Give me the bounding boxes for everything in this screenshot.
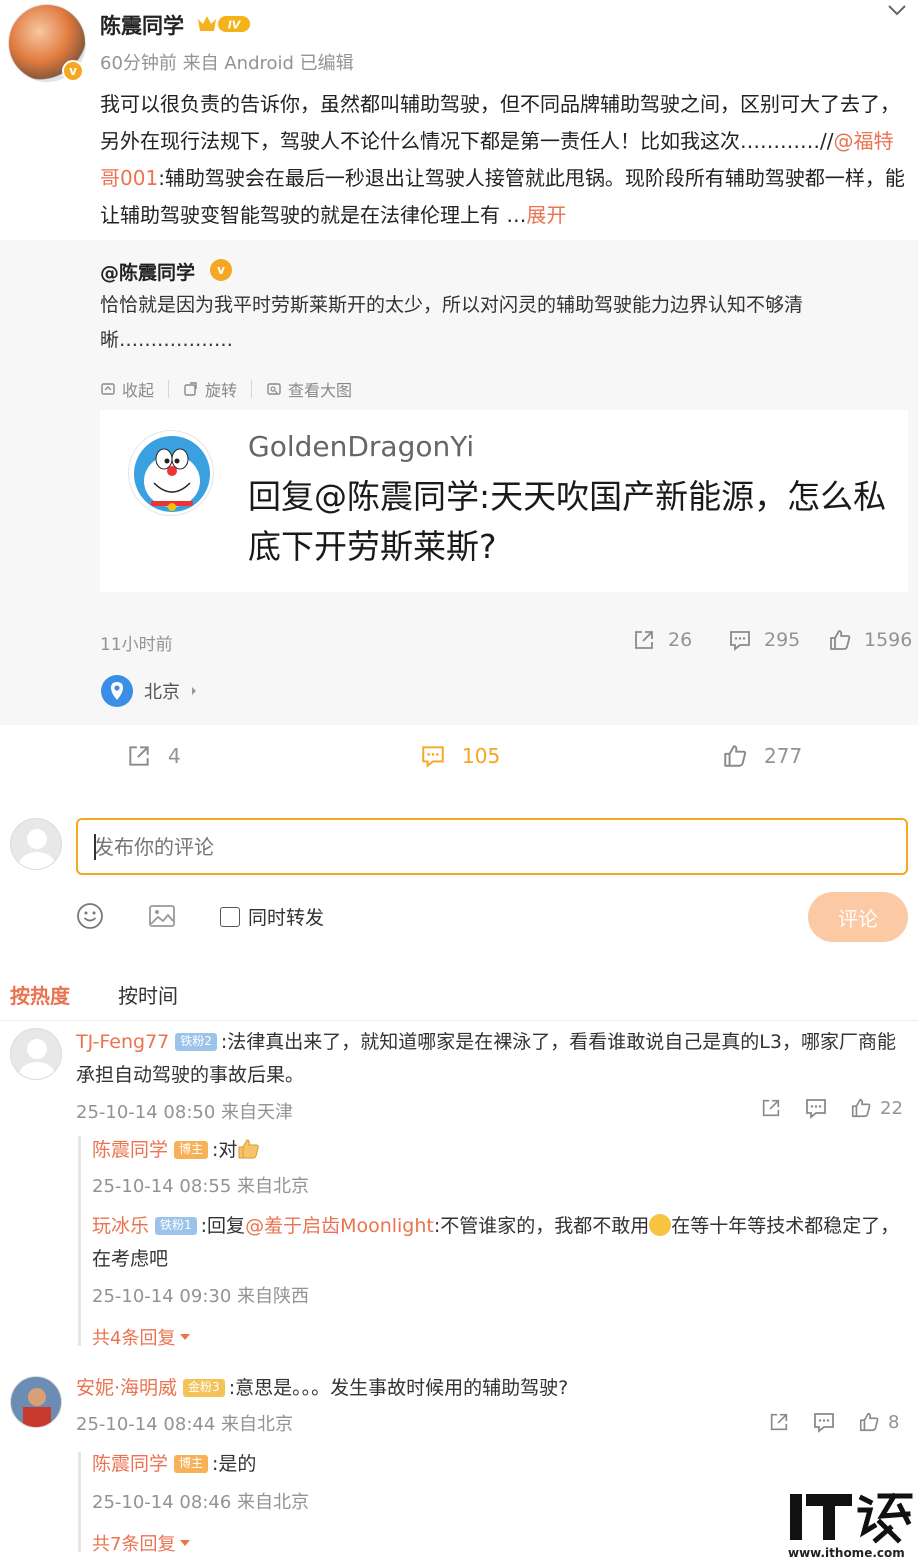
image-toolbar: 收起 旋转 查看大图 xyxy=(100,376,352,402)
post-meta: 60分钟前 来自 Android 已编辑 xyxy=(100,53,354,74)
rotate-icon xyxy=(183,381,199,397)
repost-time: 11小时前 xyxy=(100,635,173,655)
more-replies-link[interactable]: 共4条回复 xyxy=(92,1324,191,1350)
more-replies-link[interactable]: 共7条回复 xyxy=(92,1530,191,1556)
commenter-name[interactable]: TJ-Feng77 xyxy=(76,1031,169,1053)
collapse-icon xyxy=(100,381,116,397)
share-icon xyxy=(632,628,656,652)
sync-repost-checkbox[interactable]: 同时转发 xyxy=(220,903,324,930)
post-text: 我可以很负责的告诉你，虽然都叫辅助驾驶，但不同品牌辅助驾驶之间，区别可大了去了，… xyxy=(100,92,905,227)
sort-by-hot-tab[interactable]: 按热度 xyxy=(10,980,70,1009)
compose-tools xyxy=(76,902,176,930)
my-avatar xyxy=(10,818,62,870)
commenter-avatar[interactable] xyxy=(10,1028,62,1080)
share-icon[interactable] xyxy=(760,1097,782,1119)
repost-verified-badge: v xyxy=(210,259,232,281)
commenter-name[interactable]: 安妮·海明威 xyxy=(76,1377,177,1399)
svg-text:IV: IV xyxy=(228,19,242,32)
rotate-button[interactable]: 旋转 xyxy=(183,377,237,401)
repost-comment-button[interactable]: 295 xyxy=(728,628,800,652)
fan-badge: 金粉3 xyxy=(183,1378,225,1397)
thumbs-up-emoji-icon xyxy=(237,1138,261,1160)
like-icon xyxy=(828,628,852,652)
comment-input[interactable] xyxy=(76,818,908,875)
view-large-button[interactable]: 查看大图 xyxy=(266,377,352,401)
location-link[interactable]: 北京 xyxy=(100,674,198,708)
site-url: www.ithome.com xyxy=(788,1546,905,1560)
reply-body: 玩冰乐 铁粉1:回复@羞于启齿Moonlight:不管谁家的，我都不敢用 在等十年等… xyxy=(92,1214,900,1270)
zoom-image-icon xyxy=(266,381,282,397)
fan-badge: 铁粉2 xyxy=(175,1032,217,1051)
author-name[interactable]: 陈震同学 xyxy=(100,10,184,40)
comment-body: TJ-Feng77 铁粉2:法律真出来了，就知道哪家是在裸泳了，看看谁敢说自己是真… xyxy=(76,1031,896,1086)
doraemon-avatar xyxy=(128,430,214,516)
fan-badge: 铁粉1 xyxy=(155,1216,197,1235)
level-badge: IV xyxy=(196,13,252,35)
replies-bar xyxy=(78,1136,81,1346)
like-button[interactable]: 277 xyxy=(722,743,802,769)
like-icon xyxy=(850,1097,872,1119)
reply-meta: 25-10-14 08:55 来自北京 xyxy=(92,1176,310,1197)
repost-author[interactable]: @陈震同学 xyxy=(100,258,195,285)
comment-like-button[interactable]: 8 xyxy=(858,1411,899,1433)
comment-icon[interactable] xyxy=(804,1096,828,1120)
replies-bar xyxy=(78,1452,81,1552)
comment-meta: 25-10-14 08:44 来自北京 xyxy=(76,1414,294,1435)
commenter-avatar[interactable] xyxy=(10,1376,62,1428)
reply-meta: 25-10-14 08:46 来自北京 xyxy=(92,1492,310,1513)
sort-by-time-tab[interactable]: 按时间 xyxy=(118,980,178,1009)
reply-body: 陈震同学 博主:对 xyxy=(92,1134,261,1167)
reply-author[interactable]: 陈震同学 xyxy=(92,1139,168,1161)
reply-author[interactable]: 玩冰乐 xyxy=(92,1215,149,1237)
emoji-icon[interactable] xyxy=(76,902,104,930)
comment-like-button[interactable]: 22 xyxy=(850,1097,903,1119)
comment-icon xyxy=(420,743,446,769)
host-badge: 博主 xyxy=(174,1140,209,1159)
comment-stats: 22 xyxy=(760,1096,903,1120)
chevron-down-icon xyxy=(179,1333,191,1341)
reply-body: 陈震同学 博主:是的 xyxy=(92,1453,257,1475)
checkbox-box[interactable] xyxy=(220,906,240,927)
like-icon xyxy=(722,743,748,769)
repost-like-button[interactable]: 1596 xyxy=(828,628,912,652)
chevron-right-icon xyxy=(190,686,198,696)
more-chevron-icon[interactable] xyxy=(886,2,908,18)
mention-link[interactable]: @羞于启齿Moonlight xyxy=(245,1215,434,1237)
repost-text: 恰恰就是因为我平时劳斯莱斯开的太少，所以对闪灵的辅助驾驶能力边界认知不够清晰……… xyxy=(100,294,804,351)
laughing-emoji-icon xyxy=(649,1214,672,1236)
repost-share-button[interactable]: 26 xyxy=(632,628,692,652)
submit-comment-button[interactable]: 评论 xyxy=(808,892,908,942)
collapse-button[interactable]: 收起 xyxy=(100,377,154,401)
divider xyxy=(0,1020,918,1021)
share-icon[interactable] xyxy=(768,1411,790,1433)
comment-stats: 8 xyxy=(768,1410,899,1434)
like-icon xyxy=(858,1411,880,1433)
host-badge: 博主 xyxy=(174,1454,209,1473)
reply-author[interactable]: 陈震同学 xyxy=(92,1453,168,1475)
comment-body: 安妮·海明威 金粉3:意思是。。。发生事故时候用的辅助驾驶? xyxy=(76,1377,569,1399)
image-reply-text: 回复@陈震同学:天天吹国产新能源，怎么私底下开劳斯莱斯? xyxy=(248,477,887,566)
chevron-down-icon xyxy=(179,1539,191,1547)
image-icon[interactable] xyxy=(148,902,176,930)
expand-link[interactable]: 展开 xyxy=(526,203,566,227)
comment-button[interactable]: 105 xyxy=(420,743,500,769)
comment-icon xyxy=(728,628,752,652)
text-caret xyxy=(94,834,96,860)
verified-badge: v xyxy=(62,60,84,82)
image-username: GoldenDragonYi xyxy=(248,430,475,463)
share-icon xyxy=(126,743,152,769)
share-button[interactable]: 4 xyxy=(126,743,181,769)
comment-icon[interactable] xyxy=(812,1410,836,1434)
location-pin-icon xyxy=(100,674,134,708)
comment-meta: 25-10-14 08:50 来自天津 xyxy=(76,1102,294,1123)
reply-meta: 25-10-14 09:30 来自陕西 xyxy=(92,1286,310,1307)
ithome-logo xyxy=(790,1492,914,1544)
